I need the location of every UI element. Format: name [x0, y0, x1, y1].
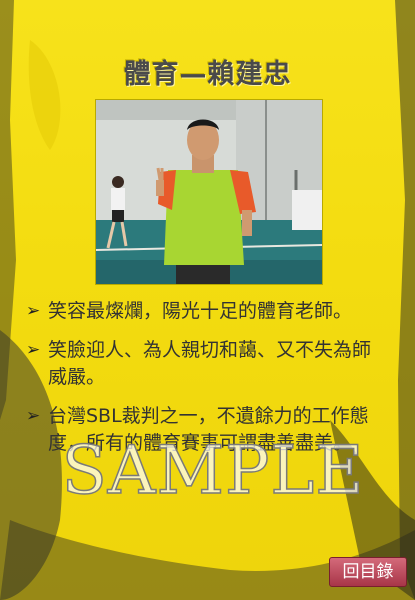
arrow-bullet-icon: ➢ — [26, 340, 41, 360]
bullet-text: 笑臉迎人、為人親切和藹、又不失為師威嚴。 — [48, 339, 372, 388]
bullet-text: 笑容最燦爛，陽光十足的體育老師。 — [48, 300, 353, 322]
teacher-photo — [95, 99, 323, 285]
back-to-contents-button[interactable]: 回目錄 — [329, 557, 407, 587]
sample-watermark: SAMPLE — [61, 431, 365, 510]
photo-illustration — [96, 100, 322, 284]
list-item: ➢ 笑臉迎人、為人親切和藹、又不失為師威嚴。 — [26, 337, 386, 391]
arrow-bullet-icon: ➢ — [26, 301, 41, 321]
list-item: ➢ 笑容最燦爛，陽光十足的體育老師。 — [26, 298, 386, 325]
slide-title: 體育—賴建忠 — [123, 59, 292, 90]
arrow-bullet-icon: ➢ — [26, 406, 41, 426]
slide: 體育—賴建忠 ➢ 笑容最燦爛，陽光十足的體育老師。 ➢ 笑臉迎人、為人親切和藹、… — [0, 0, 415, 600]
